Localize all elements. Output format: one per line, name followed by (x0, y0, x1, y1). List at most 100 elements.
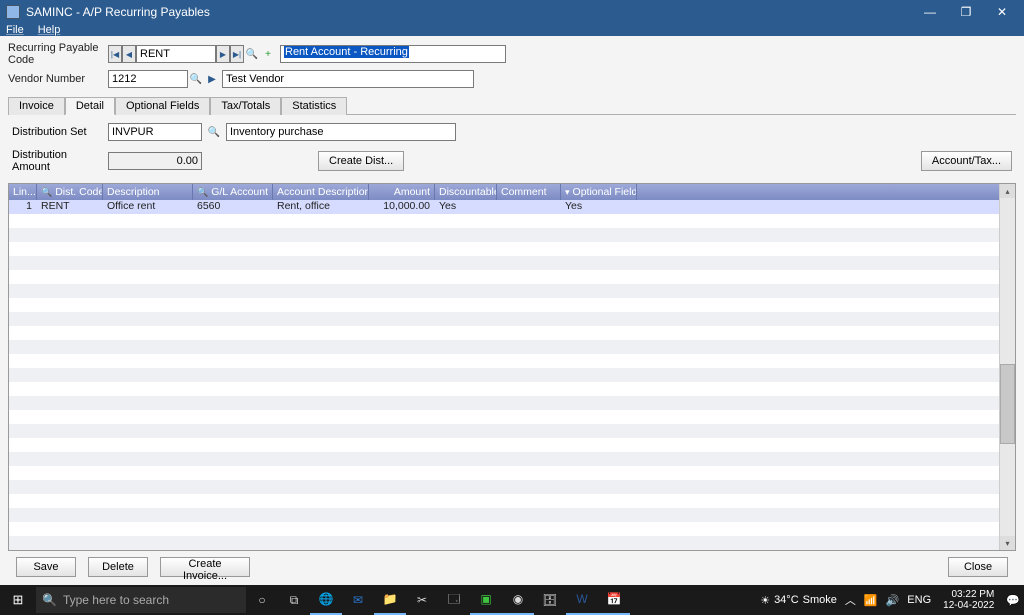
grid-header: Lin... 🔍Dist. Code Description 🔍G/L Acco… (9, 184, 999, 200)
weather-cond: Smoke (803, 594, 837, 606)
col-discountable[interactable]: Discountable (435, 184, 497, 200)
cell-gl: 6560 (193, 200, 273, 214)
tab-invoice[interactable]: Invoice (8, 97, 65, 115)
save-button[interactable]: Save (16, 557, 76, 577)
recurring-code-label: Recurring Payable Code (8, 42, 108, 66)
dist-amount-input[interactable] (108, 152, 202, 170)
detail-grid: Lin... 🔍Dist. Code Description 🔍G/L Acco… (8, 183, 1016, 551)
tray-chevron-icon[interactable]: ︿ (845, 592, 856, 608)
menu-file[interactable]: File (6, 24, 24, 36)
chrome-icon[interactable]: ◉ (502, 585, 534, 615)
tab-optional-fields[interactable]: Optional Fields (115, 97, 210, 115)
sage-icon[interactable]: ▣ (470, 585, 502, 615)
titlebar: SAMINC - A/P Recurring Payables — ❐ ✕ (0, 0, 1024, 24)
notifications-icon[interactable]: 💬 (1006, 594, 1020, 607)
edge-icon[interactable]: 🌐 (310, 585, 342, 615)
new-icon[interactable]: + (260, 45, 276, 63)
detail-controls-2: Distribution Amount Create Dist... Accou… (8, 149, 1016, 181)
dist-set-label: Distribution Set (12, 126, 102, 138)
window-title: SAMINC - A/P Recurring Payables (26, 5, 912, 19)
cell-comment (497, 200, 561, 214)
lang-indicator[interactable]: ENG (907, 594, 931, 606)
dropdown-icon: ▾ (565, 187, 570, 198)
nav-first-icon[interactable]: |◀ (108, 45, 122, 63)
app-icon-1[interactable]: 🗔 (438, 585, 470, 615)
col-description[interactable]: Description (103, 184, 193, 200)
explorer-icon[interactable]: 📁 (374, 585, 406, 615)
finder-icon[interactable]: 🔍 (244, 45, 260, 63)
client-area: Recurring Payable Code |◀ ◀ ▶ ▶| 🔍 + Ren… (0, 36, 1024, 585)
recurring-code-input[interactable] (136, 45, 216, 63)
clock[interactable]: 03:22 PM 12-04-2022 (939, 589, 998, 611)
col-amount[interactable]: Amount (369, 184, 435, 200)
vendor-goto-icon[interactable]: ▶ (204, 70, 220, 88)
calendar-icon[interactable]: 📅 (598, 585, 630, 615)
detail-controls: Distribution Set 🔍 (8, 115, 1016, 149)
weather-temp: 34°C (774, 594, 799, 606)
nav-prev-icon[interactable]: ◀ (122, 45, 136, 63)
start-button[interactable]: ⊞ (0, 585, 36, 615)
search-icon: 🔍 (41, 187, 52, 198)
volume-icon[interactable]: 🔊 (886, 594, 900, 607)
nav-next-icon[interactable]: ▶ (216, 45, 230, 63)
recurring-desc-text: Rent Account - Recurring (284, 46, 409, 58)
cell-discountable: Yes (435, 200, 497, 214)
cell-amount: 10,000.00 (369, 200, 435, 214)
maximize-button[interactable]: ❐ (948, 0, 984, 24)
col-accdesc[interactable]: Account Description (273, 184, 369, 200)
close-button[interactable]: Close (948, 557, 1008, 577)
create-dist-button[interactable]: Create Dist... (318, 151, 404, 171)
account-tax-button[interactable]: Account/Tax... (921, 151, 1012, 171)
cell-accdesc: Rent, office (273, 200, 369, 214)
vertical-scrollbar[interactable]: ▴ ▾ (999, 184, 1015, 550)
col-optional[interactable]: ▾Optional Fields (561, 184, 637, 200)
menu-help[interactable]: Help (38, 24, 61, 36)
tab-tax-totals[interactable]: Tax/Totals (210, 97, 281, 115)
snip-icon[interactable]: ✂ (406, 585, 438, 615)
nav-last-icon[interactable]: ▶| (230, 45, 244, 63)
scroll-thumb[interactable] (1000, 364, 1015, 444)
table-row[interactable]: 1 RENT Office rent 6560 Rent, office 10,… (9, 200, 999, 214)
tab-strip: Invoice Detail Optional Fields Tax/Total… (8, 96, 1016, 115)
app-icon-2[interactable]: 🗄 (534, 585, 566, 615)
vendor-number-input[interactable] (108, 70, 188, 88)
vendor-name-input[interactable] (222, 70, 474, 88)
tab-statistics[interactable]: Statistics (281, 97, 347, 115)
dist-set-finder-icon[interactable]: 🔍 (208, 123, 220, 141)
cell-line: 1 (9, 200, 37, 214)
search-placeholder: Type here to search (63, 593, 169, 607)
col-distcode[interactable]: 🔍Dist. Code (37, 184, 103, 200)
scroll-down-icon[interactable]: ▾ (1000, 536, 1015, 550)
word-icon[interactable]: W (566, 585, 598, 615)
col-gl[interactable]: 🔍G/L Account (193, 184, 273, 200)
task-view-icon[interactable]: ⧉ (278, 585, 310, 615)
search-icon: 🔍 (197, 187, 208, 198)
taskbar-search[interactable]: 🔍 Type here to search (36, 587, 246, 613)
clock-time: 03:22 PM (943, 589, 994, 600)
menubar: File Help (0, 24, 1024, 36)
col-line[interactable]: Lin... (9, 184, 37, 200)
minimize-button[interactable]: — (912, 0, 948, 24)
weather-sun-icon: ☀ (760, 594, 770, 607)
taskbar: ⊞ 🔍 Type here to search ○ ⧉ 🌐 ✉ 📁 ✂ 🗔 ▣ … (0, 585, 1024, 615)
tab-detail[interactable]: Detail (65, 97, 115, 115)
col-comment[interactable]: Comment (497, 184, 561, 200)
dist-amount-label: Distribution Amount (12, 149, 102, 173)
create-invoice-button[interactable]: Create Invoice... (160, 557, 250, 577)
app-icon (6, 5, 20, 19)
scroll-up-icon[interactable]: ▴ (1000, 184, 1015, 198)
vendor-finder-icon[interactable]: 🔍 (188, 70, 204, 88)
cortana-icon[interactable]: ○ (246, 585, 278, 615)
weather-widget[interactable]: ☀ 34°C Smoke (760, 594, 837, 607)
cell-desc: Office rent (103, 200, 193, 214)
search-icon: 🔍 (42, 593, 57, 607)
cell-optional: Yes (561, 200, 637, 214)
cell-distcode: RENT (37, 200, 103, 214)
wifi-icon[interactable]: 📶 (864, 594, 878, 607)
dist-set-input[interactable] (108, 123, 202, 141)
recurring-desc-input[interactable]: Rent Account - Recurring (280, 45, 506, 63)
dist-set-desc[interactable] (226, 123, 456, 141)
outlook-icon[interactable]: ✉ (342, 585, 374, 615)
delete-button[interactable]: Delete (88, 557, 148, 577)
close-window-button[interactable]: ✕ (984, 0, 1020, 24)
